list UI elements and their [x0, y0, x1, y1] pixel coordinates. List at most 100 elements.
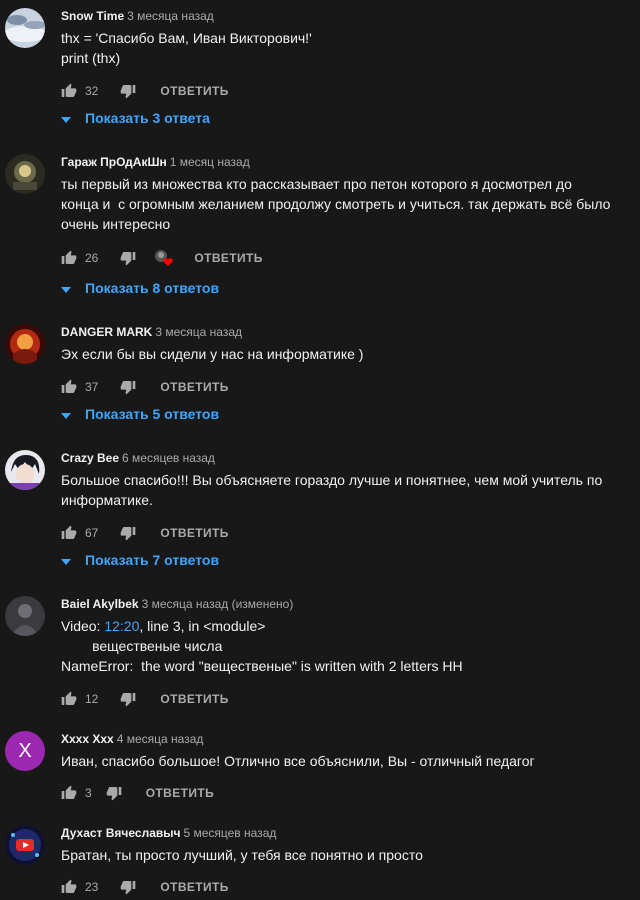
like-icon[interactable]: [61, 379, 77, 395]
comment-text: Большое спасибо!!! Вы объясняете гораздо…: [61, 470, 640, 510]
author-name[interactable]: Baiel Akylbek: [61, 597, 139, 611]
avatar-letter: X: [18, 739, 32, 762]
like-count: 3: [85, 786, 92, 800]
show-replies-label: Показать 7 ответов: [85, 552, 220, 568]
dislike-icon[interactable]: [120, 691, 136, 707]
timestamp[interactable]: 3 месяца назад (изменено): [142, 597, 294, 611]
like-count: 32: [85, 84, 99, 98]
chevron-down-icon: [61, 406, 71, 422]
reply-button[interactable]: ОТВЕТИТЬ: [160, 84, 228, 98]
like-icon[interactable]: [61, 250, 77, 266]
comment-line: Иван, спасибо большое! Отлично все объяс…: [61, 753, 535, 769]
show-replies-label: Показать 3 ответа: [85, 110, 210, 126]
comment-line: thx = 'Спасибо Вам, Иван Викторович!': [61, 30, 312, 46]
author-name[interactable]: Snow Time: [61, 9, 124, 23]
timestamp[interactable]: 6 месяцев назад: [122, 451, 215, 465]
comment-header: Baiel Akylbek 3 месяца назад (изменено): [61, 596, 293, 612]
comment-actions: 3 ОТВЕТИТЬ: [61, 783, 214, 803]
dislike-icon[interactable]: [120, 379, 136, 395]
like-icon[interactable]: [61, 83, 77, 99]
author-name[interactable]: Хxxx Xxx: [61, 732, 114, 746]
comment-actions: 67 ОТВЕТИТЬ: [61, 523, 229, 543]
comment-actions: 37 ОТВЕТИТЬ: [61, 377, 229, 397]
like-icon[interactable]: [61, 879, 77, 895]
dislike-icon[interactable]: [120, 83, 136, 99]
like-icon[interactable]: [61, 785, 77, 801]
text-segment: , line 3, in <module>: [139, 618, 266, 634]
show-replies-button[interactable]: Показать 3 ответа: [61, 108, 210, 128]
comment-header: Crazy Bee 6 месяцев назад: [61, 450, 215, 466]
author-name[interactable]: Духаст Вячеславыч: [61, 826, 180, 840]
dislike-icon[interactable]: [120, 250, 136, 266]
like-icon[interactable]: [61, 525, 77, 541]
comment-actions: 26 ОТВЕТИТЬ: [61, 248, 263, 268]
avatar[interactable]: [5, 450, 45, 490]
comment-line: ты первый из множества кто рассказывает …: [61, 176, 572, 192]
comment-line: Братан, ты просто лучший, у тебя все пон…: [61, 847, 423, 863]
comment-line: Большое спасибо!!! Вы объясняете гораздо…: [61, 472, 603, 488]
show-replies-label: Показать 5 ответов: [85, 406, 220, 422]
author-name[interactable]: Crazy Bee: [61, 451, 119, 465]
comment-line: информатике.: [61, 492, 153, 508]
show-replies-label: Показать 8 ответов: [85, 280, 220, 296]
timestamp-link[interactable]: 12:20: [104, 618, 139, 634]
comment-text: Эх если бы вы сидели у нас на информатик…: [61, 344, 640, 364]
reply-button[interactable]: ОТВЕТИТЬ: [160, 692, 228, 706]
comment-header: Гараж ПрОдАкШн 1 месяц назад: [61, 154, 250, 170]
dislike-icon[interactable]: [120, 879, 136, 895]
author-name[interactable]: DANGER MARK: [61, 325, 152, 339]
dislike-icon[interactable]: [106, 785, 122, 801]
show-replies-button[interactable]: Показать 8 ответов: [61, 278, 219, 298]
avatar[interactable]: [5, 596, 45, 636]
comment-actions: 23 ОТВЕТИТЬ: [61, 877, 229, 897]
show-replies-button[interactable]: Показать 5 ответов: [61, 404, 219, 424]
avatar[interactable]: [5, 154, 45, 194]
reply-button[interactable]: ОТВЕТИТЬ: [160, 526, 228, 540]
timestamp[interactable]: 4 месяца назад: [117, 732, 204, 746]
comment-text: thx = 'Спасибо Вам, Иван Викторович!' pr…: [61, 28, 640, 68]
comment-line: print (thx): [61, 50, 121, 66]
dislike-icon[interactable]: [120, 525, 136, 541]
like-count: 12: [85, 692, 99, 706]
comment-text: Иван, спасибо большое! Отлично все объяс…: [61, 751, 640, 771]
show-replies-button[interactable]: Показать 7 ответов: [61, 550, 219, 570]
comment-header: Духаст Вячеславыч 5 месяцев назад: [61, 825, 276, 841]
author-name[interactable]: Гараж ПрОдАкШн: [61, 155, 167, 169]
comment-actions: 12 ОТВЕТИТЬ: [61, 689, 229, 709]
reply-button[interactable]: ОТВЕТИТЬ: [194, 251, 262, 265]
avatar[interactable]: X: [5, 731, 45, 771]
comment-line: очень интересно: [61, 216, 171, 232]
avatar[interactable]: [5, 8, 45, 48]
timestamp[interactable]: 5 месяцев назад: [183, 826, 276, 840]
comment-line: Video: 12:20, line 3, in <module>: [61, 616, 640, 636]
comment-actions: 32 ОТВЕТИТЬ: [61, 81, 229, 101]
timestamp[interactable]: 1 месяц назад: [170, 155, 250, 169]
comment-header: Snow Time 3 месяца назад: [61, 8, 214, 24]
timestamp[interactable]: 3 месяца назад: [155, 325, 242, 339]
reply-button[interactable]: ОТВЕТИТЬ: [160, 380, 228, 394]
comment-text: Братан, ты просто лучший, у тебя все пон…: [61, 845, 640, 865]
chevron-down-icon: [61, 280, 71, 296]
comment-line: вещественые числа: [61, 638, 223, 654]
like-count: 67: [85, 526, 99, 540]
chevron-down-icon: [61, 110, 71, 126]
reply-button[interactable]: ОТВЕТИТЬ: [160, 880, 228, 894]
like-count: 23: [85, 880, 99, 894]
comment-line: NameError: the word "вещественые" is wri…: [61, 658, 463, 674]
text-segment: Video:: [61, 618, 105, 634]
comment-header: DANGER MARK 3 месяца назад: [61, 324, 242, 340]
comment-text: Video: 12:20, line 3, in <module> вещест…: [61, 616, 640, 676]
creator-heart-icon: [154, 249, 176, 267]
comment-header: Хxxx Xxx 4 месяца назад: [61, 731, 203, 747]
comment-line: Эх если бы вы сидели у нас на информатик…: [61, 346, 364, 362]
comment-line: конца и с огромным желанием продолжу смо…: [61, 196, 611, 212]
timestamp[interactable]: 3 месяца назад: [127, 9, 214, 23]
chevron-down-icon: [61, 552, 71, 568]
like-count: 26: [85, 251, 99, 265]
avatar[interactable]: [5, 825, 45, 865]
like-count: 37: [85, 380, 99, 394]
reply-button[interactable]: ОТВЕТИТЬ: [146, 786, 214, 800]
like-icon[interactable]: [61, 691, 77, 707]
avatar[interactable]: [5, 324, 45, 364]
comment-text: ты первый из множества кто рассказывает …: [61, 174, 640, 234]
